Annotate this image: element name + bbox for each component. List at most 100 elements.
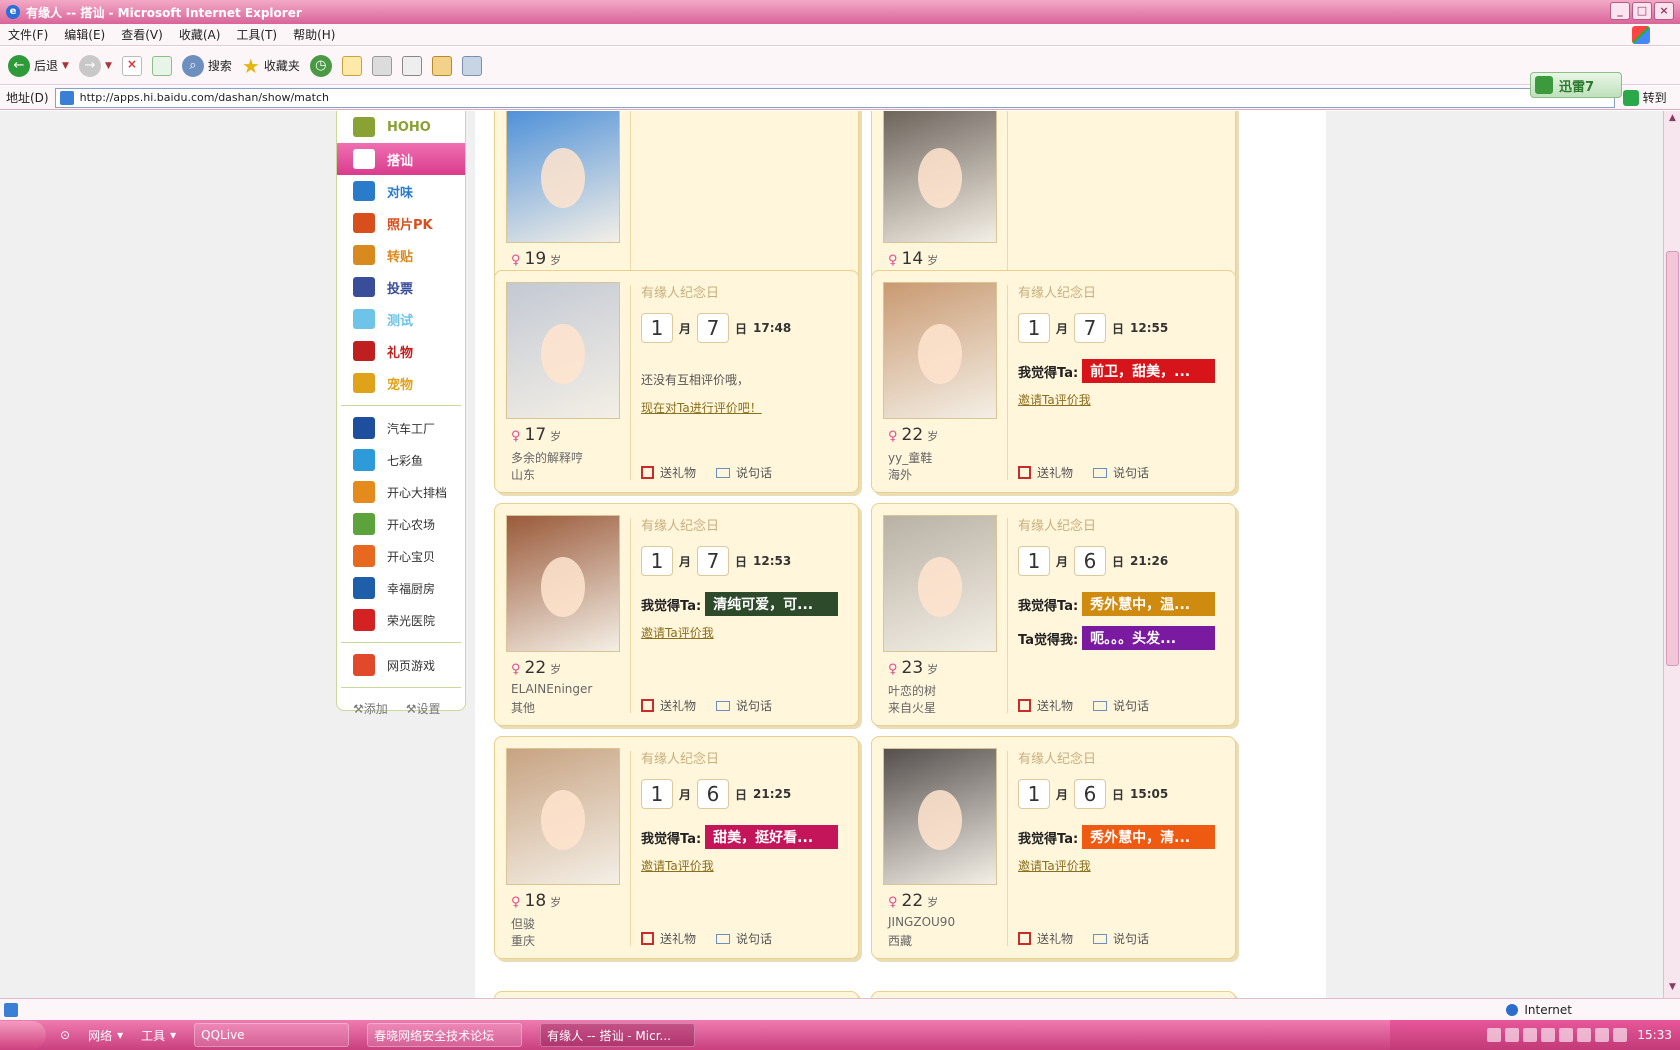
send-gift-button[interactable]: 送礼物 [641, 697, 696, 714]
add-app-link[interactable]: ⚒添加 [353, 700, 388, 717]
taskbar-qqlive[interactable]: QQLive [194, 1023, 350, 1047]
stop-icon[interactable]: × [121, 55, 142, 76]
sidebar-item-5[interactable]: 投票 [337, 271, 465, 303]
dropdown-arrow-icon[interactable]: ▼ [105, 61, 112, 71]
tray-icon[interactable] [1559, 1028, 1574, 1042]
menu-help[interactable]: 帮助(H) [293, 26, 335, 43]
tray-icon[interactable] [1541, 1028, 1556, 1042]
user-photo[interactable] [506, 748, 620, 885]
send-gift-button[interactable]: 送礼物 [1018, 697, 1073, 714]
send-gift-button[interactable]: 送礼物 [641, 930, 696, 947]
evaluation-tag[interactable]: 呃。。。头发... [1082, 626, 1216, 650]
tray-icon[interactable] [1613, 1028, 1628, 1042]
sidebar-item-web-games[interactable]: 网页游戏 [337, 649, 465, 681]
dropdown-arrow-icon[interactable]: ▼ [62, 61, 69, 71]
sidebar-item-7[interactable]: 礼物 [337, 335, 465, 367]
menu-tools[interactable]: 工具(T) [236, 26, 277, 43]
say-something-button[interactable]: 说句话 [716, 697, 772, 714]
home-icon[interactable] [431, 55, 452, 76]
user-photo[interactable] [506, 282, 620, 419]
sidebar-app-1[interactable]: 七彩鱼 [337, 444, 465, 476]
sidebar-item-4[interactable]: 转贴 [337, 239, 465, 271]
back-button[interactable]: ← 后退 ▼ [8, 54, 69, 77]
history-icon[interactable]: ◷ [309, 54, 332, 77]
taskbar-tools[interactable]: 工具 ▾ [141, 1027, 176, 1044]
say-something-button[interactable]: 说句话 [716, 464, 772, 481]
refresh-icon[interactable] [151, 55, 172, 76]
evaluate-link[interactable]: 邀请Ta评价我 [641, 857, 714, 874]
favorites-button[interactable]: ★ 收藏夹 [242, 54, 300, 78]
close-button[interactable]: × [1654, 2, 1674, 20]
sidebar-item-0[interactable]: HOHO [337, 111, 465, 143]
user-photo[interactable] [506, 111, 620, 243]
send-gift-button[interactable]: 送礼物 [1018, 930, 1073, 947]
evaluate-link[interactable]: 邀请Ta评价我 [1018, 391, 1091, 408]
evaluate-link[interactable]: 现在对Ta进行评价吧！ [641, 399, 762, 416]
username[interactable]: yy_童鞋 [888, 449, 932, 466]
send-gift-button[interactable]: 送礼物 [641, 464, 696, 481]
scroll-down-arrow-icon[interactable]: ▼ [1666, 982, 1679, 996]
settings-link[interactable]: ⚒设置 [406, 700, 441, 717]
edit-icon[interactable] [401, 55, 422, 76]
scroll-up-arrow-icon[interactable]: ▲ [1666, 113, 1679, 127]
sidebar-app-3[interactable]: 开心农场 [337, 508, 465, 540]
menu-favorites[interactable]: 收藏(A) [179, 26, 221, 43]
sidebar-app-2[interactable]: 开心大排档 [337, 476, 465, 508]
tray-icon[interactable] [1577, 1028, 1592, 1042]
mail-icon[interactable] [341, 55, 362, 76]
menu-view[interactable]: 查看(V) [121, 26, 163, 43]
sidebar-item-6[interactable]: 测试 [337, 303, 465, 335]
evaluation-tag[interactable]: 秀外慧中，清... [1082, 825, 1216, 849]
sidebar-app-4[interactable]: 开心宝贝 [337, 540, 465, 572]
evaluation-tag[interactable]: 清纯可爱，可... [705, 592, 839, 616]
evaluation-tag[interactable]: 秀外慧中，温... [1082, 592, 1216, 616]
vertical-scrollbar[interactable]: ▲ ▼ [1663, 111, 1680, 998]
scrollbar-thumb[interactable] [1666, 251, 1679, 666]
start-button[interactable] [0, 1021, 46, 1049]
print-icon[interactable] [371, 55, 392, 76]
evaluation-tag[interactable]: 甜美，挺好看... [705, 825, 839, 849]
sidebar-item-3[interactable]: 照片PK [337, 207, 465, 239]
sidebar-item-2[interactable]: 对味 [337, 175, 465, 207]
evaluation-tag[interactable]: 前卫，甜美，... [1082, 359, 1216, 383]
user-photo[interactable] [506, 515, 620, 652]
taskbar-forum[interactable]: 春晓网络安全技术论坛 [367, 1023, 523, 1047]
username[interactable]: 多余的解释哼 [511, 449, 583, 466]
tray-icon[interactable] [1505, 1028, 1520, 1042]
taskbar-ie-window[interactable]: 有缘人 -- 搭讪 - Micr... [540, 1023, 696, 1047]
say-something-button[interactable]: 说句话 [1093, 930, 1149, 947]
address-input[interactable]: http://apps.hi.baidu.com/dashan/show/mat… [54, 87, 1615, 108]
sidebar-item-1[interactable]: 搭讪 [337, 143, 465, 175]
send-gift-button[interactable]: 送礼物 [1018, 464, 1073, 481]
say-something-button[interactable]: 说句话 [716, 930, 772, 947]
forward-button[interactable]: → ▼ [78, 54, 112, 77]
quicklaunch-ie-icon[interactable]: ⊙ [60, 1028, 70, 1042]
tray-icon[interactable] [1595, 1028, 1610, 1042]
go-button[interactable]: 转到 [1622, 89, 1667, 106]
tray-icon[interactable] [1487, 1028, 1502, 1042]
say-something-button[interactable]: 说句话 [1093, 464, 1149, 481]
sidebar-app-5[interactable]: 幸福厨房 [337, 572, 465, 604]
user-photo[interactable] [883, 111, 997, 243]
sidebar-app-0[interactable]: 汽车工厂 [337, 412, 465, 444]
sidebar-app-6[interactable]: 荣光医院 [337, 604, 465, 636]
sidebar-item-8[interactable]: 宠物 [337, 367, 465, 399]
user-photo[interactable] [883, 748, 997, 885]
evaluate-link[interactable]: 现在对Ta进行评价吧！ [1018, 111, 1139, 113]
xunlei-toolbar-button[interactable]: 迅雷7 [1530, 72, 1622, 98]
minimize-button[interactable]: _ [1610, 2, 1630, 20]
menu-edit[interactable]: 编辑(E) [64, 26, 105, 43]
user-photo[interactable] [883, 282, 997, 419]
username[interactable]: ELAINEninger [511, 682, 592, 696]
menu-file[interactable]: 文件(F) [8, 26, 48, 43]
evaluate-link[interactable]: 邀请Ta评价我 [641, 624, 714, 641]
research-icon[interactable] [461, 55, 482, 76]
username[interactable]: 叶恋的树 [888, 682, 936, 699]
username[interactable]: JINGZOU90 [888, 915, 955, 929]
user-photo[interactable] [883, 515, 997, 652]
taskbar-network[interactable]: 网络 ▾ [88, 1027, 123, 1044]
evaluate-link[interactable]: 邀请Ta评价我 [1018, 857, 1091, 874]
username[interactable]: 但骏 [511, 915, 535, 932]
clock[interactable]: 15:33 [1637, 1028, 1672, 1042]
tray-icon[interactable] [1523, 1028, 1538, 1042]
